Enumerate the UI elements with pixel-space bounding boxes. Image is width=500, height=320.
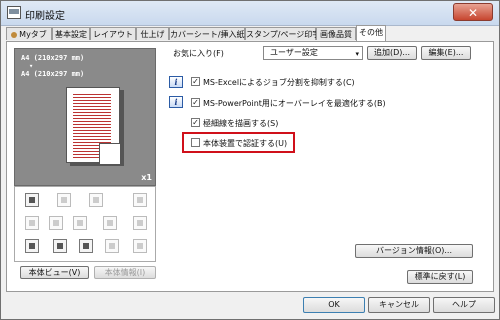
user-auth-icon	[53, 239, 67, 253]
down-arrow-icon: ▾	[29, 62, 34, 70]
window-title: 印刷設定	[25, 11, 65, 22]
info-icon[interactable]: i	[169, 76, 183, 88]
trash-icon	[133, 239, 147, 253]
version-info-button[interactable]: バージョン情報(O)...	[355, 244, 473, 258]
printer-icon	[7, 6, 21, 19]
thin-lines-checkbox[interactable]: ✓	[191, 118, 200, 127]
reset-defaults-button[interactable]: 標準に戻す(L)	[407, 270, 473, 284]
secure-print-icon	[105, 239, 119, 253]
tab-cover-sheet[interactable]: カバーシート/挿入紙	[169, 27, 245, 40]
device-auth-checkbox[interactable]	[191, 138, 200, 147]
text-icon	[73, 216, 87, 230]
account-icon	[79, 239, 93, 253]
tab-image-quality[interactable]: 画像品質	[316, 27, 356, 40]
ok-button[interactable]: OK	[303, 297, 365, 313]
output-size: A4 (210x297 mm)	[21, 70, 85, 78]
print-settings-dialog: 印刷設定 ✕ Myタブ 基本設定 レイアウト 仕上げ カバーシート/挿入紙 スタ…	[0, 0, 500, 320]
staple-icon	[133, 193, 147, 207]
thin-lines-label: 極細線を描画する(S)	[203, 119, 279, 128]
booklet-icon	[25, 216, 39, 230]
tab-label: Myタブ	[19, 30, 47, 39]
tab-layout[interactable]: レイアウト	[90, 27, 136, 40]
suppress-job-split-label: MS-Excelによるジョブ分割を抑制する(C)	[203, 78, 355, 87]
tab-basic[interactable]: 基本設定	[52, 27, 90, 40]
device-info-button: 本体情報(I)	[94, 266, 156, 279]
title-bar: 印刷設定 ✕	[1, 1, 499, 26]
user-icon	[11, 31, 18, 38]
function-icon-grid	[14, 186, 156, 262]
tab-stamp[interactable]: スタンプ/ページ印字	[245, 27, 320, 40]
page-preview: A4 (210x297 mm) ▾ A4 (210x297 mm) x1	[14, 48, 156, 186]
paper-icon	[66, 87, 120, 164]
chevron-down-icon: ▾	[355, 50, 359, 58]
tab-finishing[interactable]: 仕上げ	[136, 27, 169, 40]
add-favorite-button[interactable]: 追加(D)...	[367, 46, 417, 60]
optimize-overlay-label: MS-PowerPoint用にオーバーレイを最適化する(B)	[203, 99, 386, 108]
help-button[interactable]: ヘルプ	[433, 297, 495, 313]
favorites-label: お気に入り(F)	[173, 49, 224, 58]
tab-other[interactable]: その他	[356, 25, 386, 41]
suppress-job-split-checkbox[interactable]: ✓	[191, 77, 200, 86]
page-curl	[99, 143, 120, 164]
combine-icon	[49, 216, 63, 230]
stamp-icon	[133, 216, 147, 230]
printer-small-icon	[25, 239, 39, 253]
tab-mytab[interactable]: Myタブ	[6, 27, 52, 40]
original-size: A4 (210x297 mm)	[21, 54, 85, 62]
favorites-select[interactable]: ユーザー設定 ▾	[263, 46, 363, 60]
favorites-value: ユーザー設定	[270, 48, 318, 57]
copy-icon	[89, 193, 103, 207]
edit-favorite-button[interactable]: 編集(E)...	[421, 46, 471, 60]
copies-count: x1	[141, 173, 152, 182]
close-button[interactable]: ✕	[453, 3, 493, 21]
optimize-overlay-checkbox[interactable]: ✓	[191, 98, 200, 107]
document-icon	[103, 216, 117, 230]
device-view-button[interactable]: 本体ビュー(V)	[20, 266, 89, 279]
cancel-button[interactable]: キャンセル	[368, 297, 430, 313]
grid-icon	[57, 193, 71, 207]
device-auth-label: 本体装置で認証する(U)	[203, 139, 288, 148]
info-icon[interactable]: i	[169, 96, 183, 108]
layout-icon[interactable]	[25, 193, 39, 207]
